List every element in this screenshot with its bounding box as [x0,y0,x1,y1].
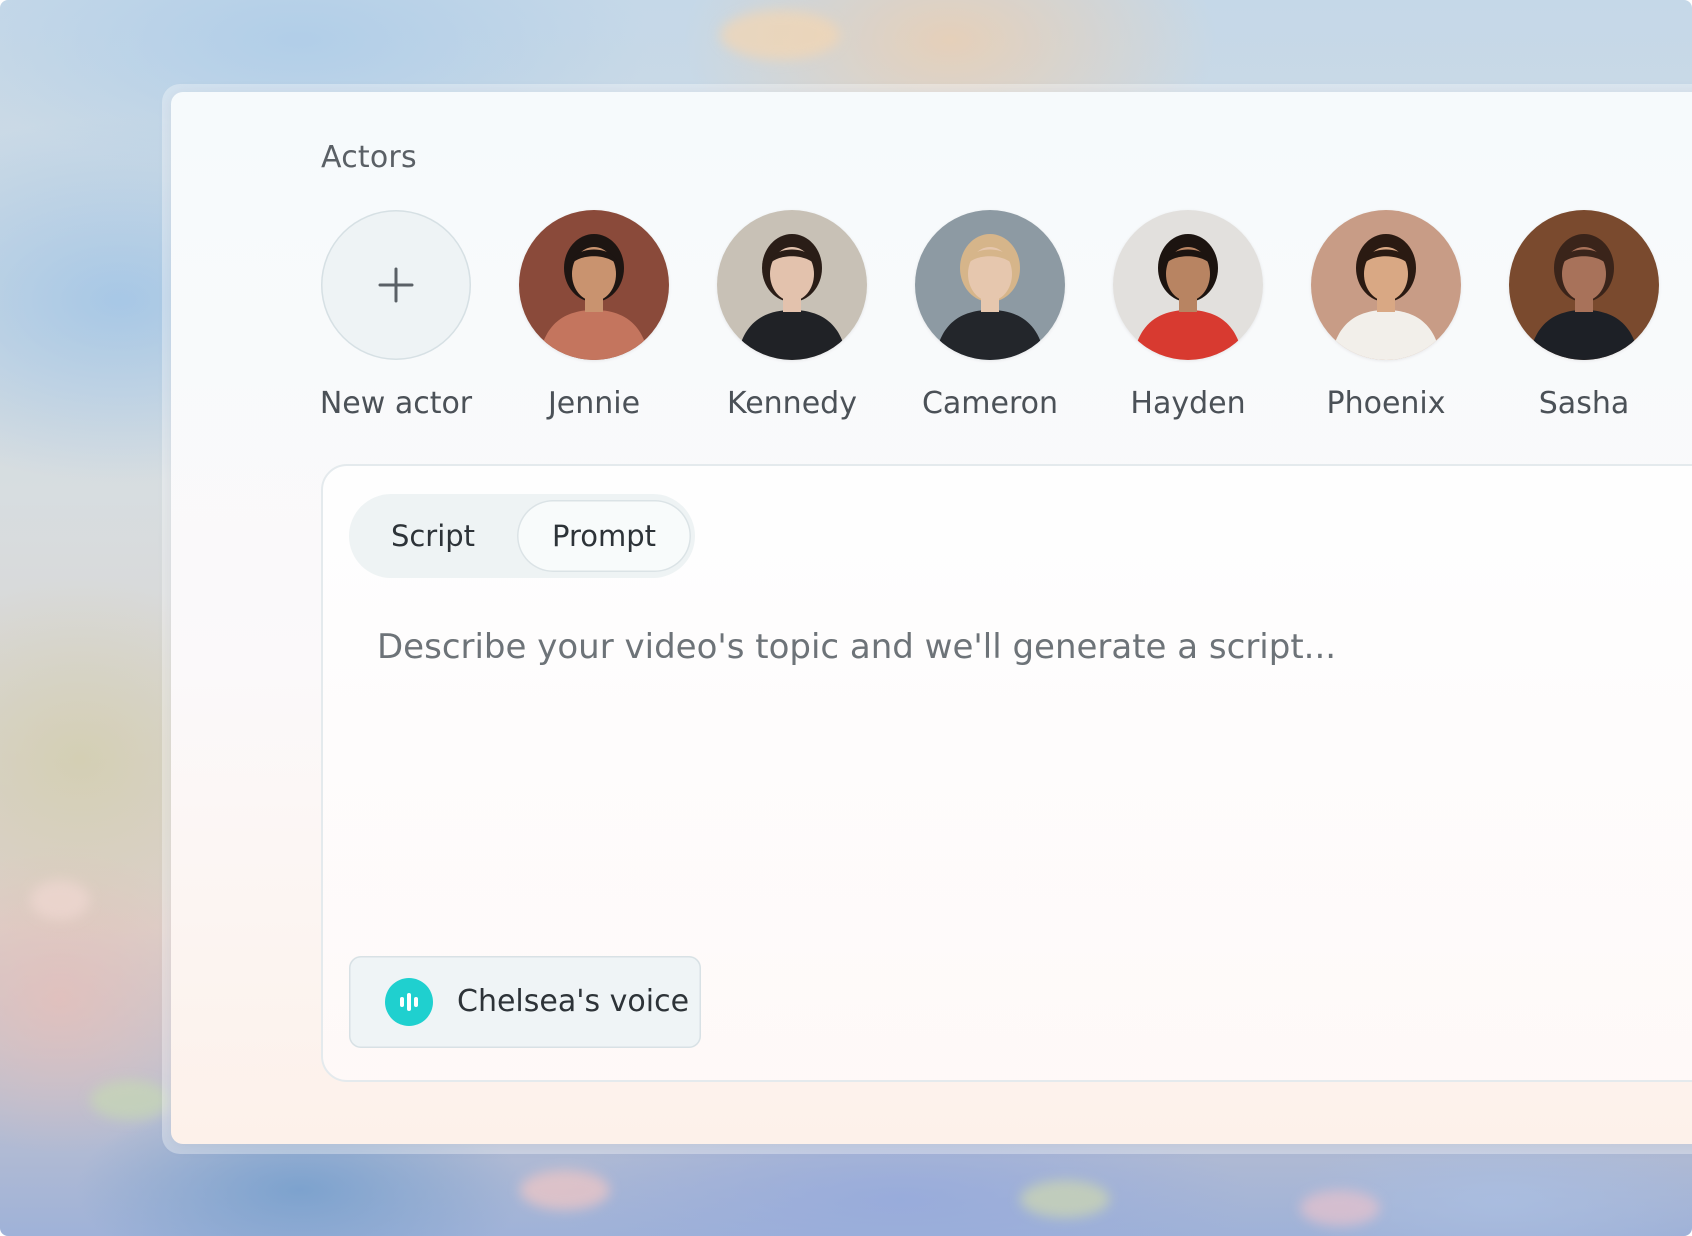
plus-icon [378,267,414,303]
portrait-image [1113,210,1263,360]
actor-avatar [1113,210,1263,360]
new-actor-button[interactable]: New actor [306,210,486,421]
actor-name: Sasha [1538,386,1630,421]
background-blur [520,1170,610,1210]
prompt-input[interactable] [375,616,1679,678]
background-blur [90,1080,170,1120]
background-blur [30,880,90,920]
script-editor: Script Prompt Chelsea's voice [321,464,1692,1082]
actor-card[interactable]: Hayden [1098,210,1278,421]
portrait-image [1509,210,1659,360]
tab-prompt[interactable]: Prompt [517,500,691,572]
voice-label: Chelsea's voice [457,984,690,1019]
actor-name: Hayden [1130,386,1246,421]
actor-avatar [915,210,1065,360]
actor-name: Cameron [921,386,1059,421]
background-blur [1020,1180,1110,1218]
actor-card[interactable]: Sasha [1494,210,1674,421]
new-actor-avatar [321,210,471,360]
portrait-image [1311,210,1461,360]
actors-heading: Actors [321,140,417,175]
mode-tabs: Script Prompt [349,494,695,578]
actor-name: Phoenix [1326,386,1446,421]
voice-selector-button[interactable]: Chelsea's voice [349,956,701,1048]
background-blur [1300,1190,1380,1226]
editor-panel: Actors New actor Jennie Kennedy Cameron … [171,92,1692,1144]
waveform-icon [385,978,433,1026]
actor-card[interactable]: Kennedy [702,210,882,421]
portrait-image [915,210,1065,360]
background-blur [720,10,840,60]
actor-name: Kennedy [727,386,857,421]
actor-name: Jennie [547,386,641,421]
tab-script[interactable]: Script [355,500,511,572]
actor-avatar [1311,210,1461,360]
actor-avatar [519,210,669,360]
portrait-image [519,210,669,360]
new-actor-label: New actor [319,386,473,421]
actor-card[interactable]: Cameron [900,210,1080,421]
actor-card[interactable]: Phoenix [1296,210,1476,421]
actor-avatar [717,210,867,360]
actor-avatar [1509,210,1659,360]
portrait-image [717,210,867,360]
actor-card[interactable]: Jennie [504,210,684,421]
page-background: Actors New actor Jennie Kennedy Cameron … [0,0,1692,1236]
